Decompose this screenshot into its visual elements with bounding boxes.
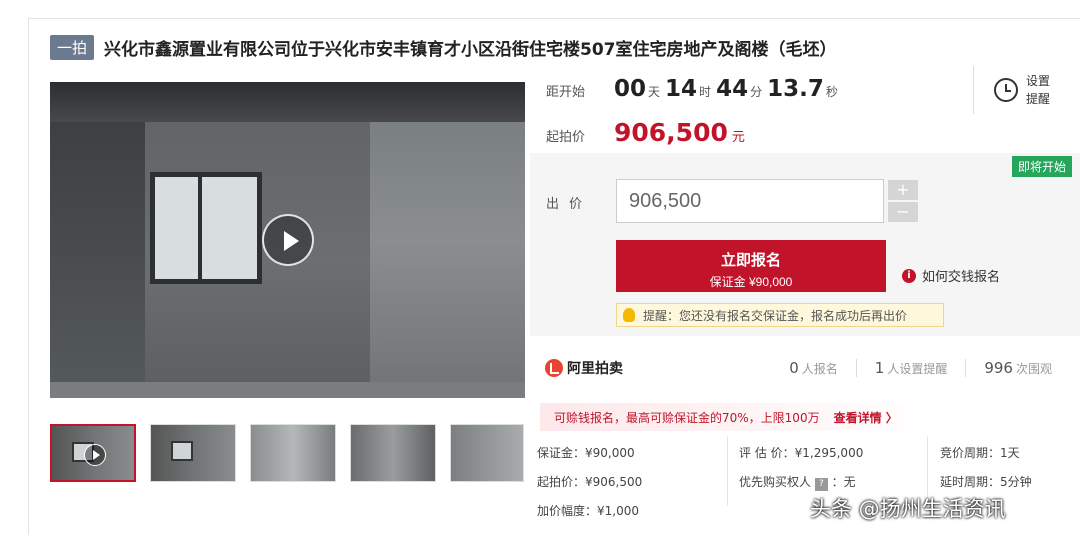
credit-notice-text: 可赊钱报名，最高可赊保证金的70%，上限100万 [554, 410, 820, 425]
alarm-clock-icon [994, 78, 1018, 102]
countdown-row: 距开始 00 天 14 时 44 分 13.7 秒 [546, 76, 843, 102]
image-wall-left [50, 82, 145, 398]
start-price-info: 起拍价：¥906,500 [537, 475, 643, 489]
thumbnail-image[interactable] [350, 424, 436, 482]
image-floor [50, 382, 525, 398]
auction-round-badge: 一拍 [50, 34, 95, 60]
cycle-info: 竞价周期：1天 [940, 446, 1020, 460]
countdown-days-unit: 天 [648, 85, 661, 99]
reminder-label: 设置提醒 [1026, 74, 1051, 106]
bid-amount-input[interactable] [616, 179, 884, 223]
thumbnail-image[interactable] [450, 424, 524, 482]
page-title: 兴化市鑫源置业有限公司位于兴化市安丰镇育才小区沿街住宅楼507室住宅房地产及阁楼… [104, 39, 837, 60]
alibaba-auction-logo[interactable]: 阿里拍卖 [545, 358, 623, 378]
views-label: 次围观 [1015, 362, 1052, 376]
thumbnail-video[interactable] [50, 424, 136, 482]
countdown-minutes: 44 [716, 76, 749, 102]
countdown-days: 00 [614, 76, 647, 102]
priority-buyer-label: 优先购买权人 [739, 475, 812, 489]
deposit-label: 保证金 ¥90,000 [709, 275, 793, 289]
auction-stats: 0 人报名 1 人设置提醒 996 次围观 [771, 359, 1070, 377]
platform-row: 阿里拍卖 0 人报名 1 人设置提醒 996 次围观 [545, 358, 1070, 378]
watermark: 头条 @扬州生活资讯 [810, 497, 1006, 521]
deposit-info: 保证金：¥90,000 [537, 446, 635, 460]
title-row: 一拍 兴化市鑫源置业有限公司位于兴化市安丰镇育才小区沿街住宅楼507室住宅房地产… [50, 34, 837, 60]
signups-count: 0 [789, 359, 799, 377]
deposit-reminder-tip: 提醒：您还没有报名交保证金，报名成功后再出价 [616, 303, 944, 327]
thumbnail-image[interactable] [250, 424, 336, 482]
start-price-label: 起拍价 [546, 130, 586, 145]
countdown-seconds-unit: 秒 [825, 85, 838, 99]
views-stat: 996 次围观 [965, 359, 1070, 377]
play-icon[interactable] [262, 214, 314, 266]
countdown-seconds: 13.7 [767, 76, 824, 102]
image-window [150, 172, 262, 284]
help-icon[interactable]: ? [814, 478, 828, 491]
increment-info: 加价幅度：¥1,000 [537, 504, 639, 518]
views-count: 996 [984, 359, 1013, 377]
appraisal-info: 评 估 价：¥1,295,000 [739, 446, 864, 460]
signups-label: 人报名 [801, 362, 838, 376]
main-property-image[interactable] [50, 82, 525, 398]
reminders-count: 1 [874, 359, 885, 377]
platform-name: 阿里拍卖 [567, 361, 623, 377]
view-details-link[interactable]: 查看详情 〉 [834, 409, 898, 426]
divider [727, 436, 728, 506]
image-window-frame [198, 177, 202, 279]
reminders-stat: 1 人设置提醒 [855, 359, 966, 377]
priority-buyer-value: ：无 [831, 475, 856, 489]
countdown-hours: 14 [665, 76, 698, 102]
signup-button[interactable]: 立即报名 保证金 ¥90,000 [616, 240, 886, 292]
info-icon: i [902, 268, 916, 283]
bulb-icon [623, 308, 635, 322]
set-reminder-button[interactable]: 设置提醒 [973, 66, 1063, 114]
bid-panel: 即将开始 出价 + − 立即报名 保证金 ¥90,000 i 如何交钱报名 提醒… [530, 153, 1080, 336]
image-wall-right [370, 82, 525, 398]
reminders-label: 人设置提醒 [887, 362, 948, 376]
countdown-minutes-unit: 分 [750, 85, 763, 99]
bid-decrease-button[interactable]: − [888, 202, 918, 222]
credit-notice: 可赊钱报名，最高可赊保证金的70%，上限100万 查看详情 〉 [540, 403, 940, 431]
thumbnail-window [171, 441, 193, 461]
alibaba-auction-icon [545, 359, 563, 377]
tip-text: 提醒：您还没有报名交保证金，报名成功后再出价 [643, 308, 908, 323]
start-price-row: 起拍价 906,500 元 [546, 118, 745, 147]
countdown-label: 距开始 [546, 85, 586, 100]
countdown-hours-unit: 时 [699, 85, 712, 99]
status-badge: 即将开始 [1011, 156, 1072, 177]
signups-stat: 0 人报名 [771, 359, 856, 377]
bid-increase-button[interactable]: + [888, 180, 918, 200]
bid-label: 出价 [546, 197, 593, 212]
start-price-value: 906,500 [614, 118, 728, 147]
how-to-pay-link[interactable]: i 如何交钱报名 [902, 266, 1000, 285]
thumbnail-image[interactable] [150, 424, 236, 482]
signup-button-label: 立即报名 [720, 252, 781, 269]
delay-info: 延时周期：5分钟 [940, 475, 1032, 489]
image-ceiling [50, 82, 525, 122]
how-to-pay-label: 如何交钱报名 [922, 270, 1001, 285]
start-price-unit: 元 [731, 130, 745, 145]
priority-buyer-info: 优先购买权人 ? ：无 [739, 473, 856, 491]
play-icon [84, 444, 106, 466]
thumbnail-strip [50, 424, 524, 482]
